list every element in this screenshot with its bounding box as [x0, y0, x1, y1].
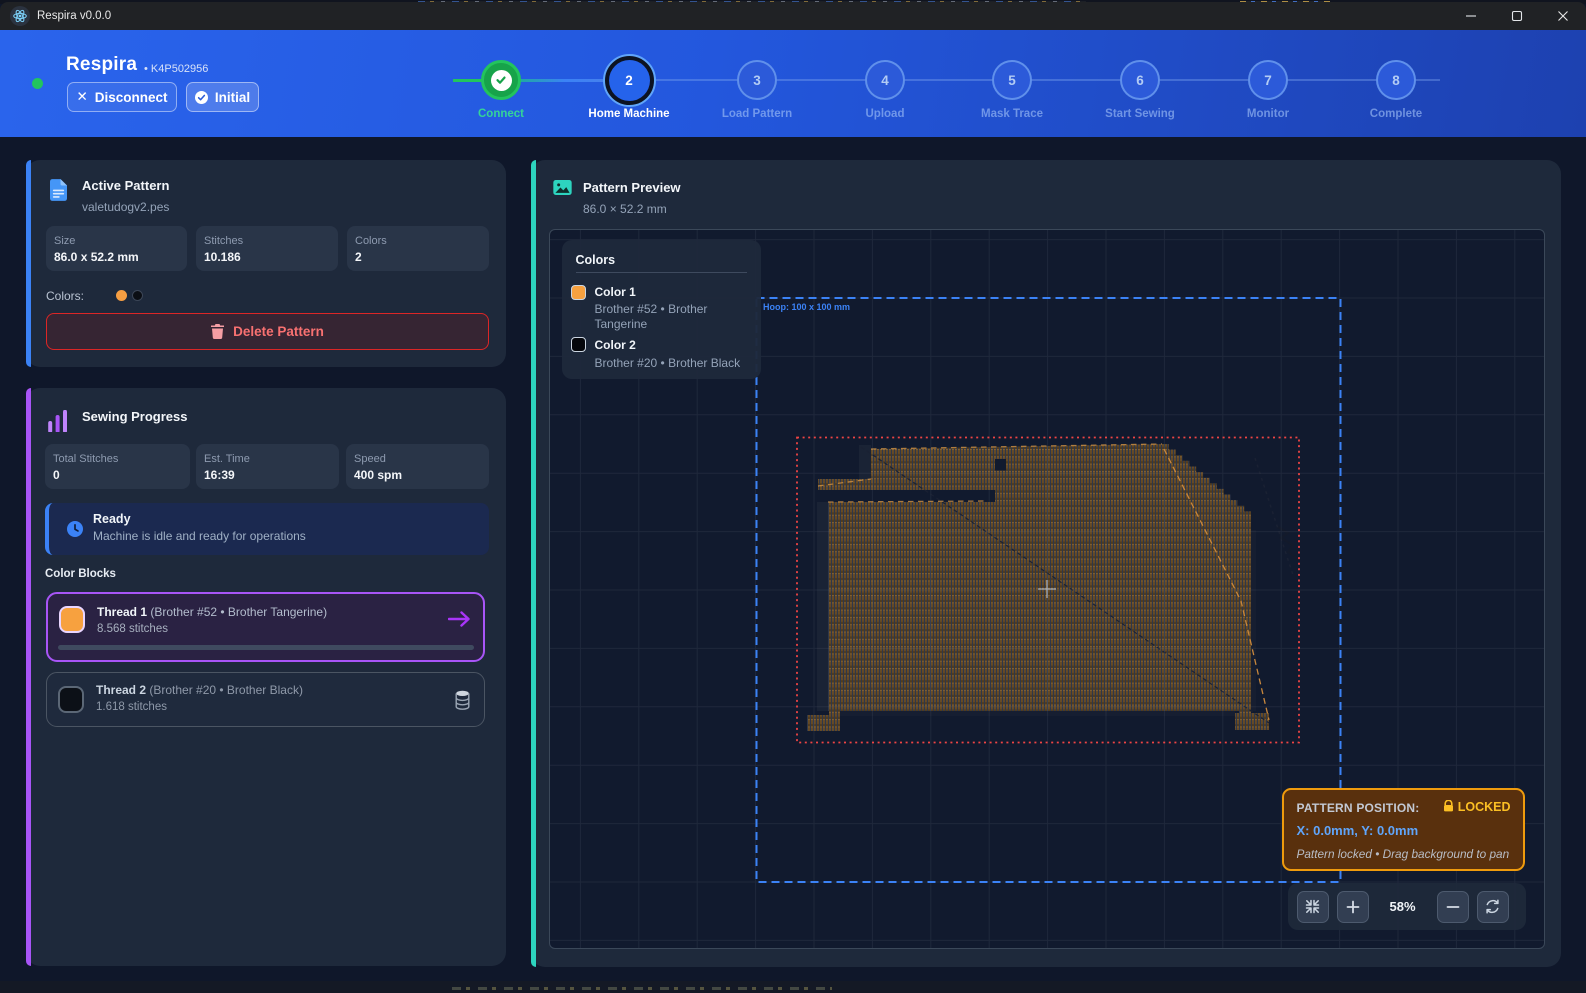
svg-text:Hoop: 100 x 100 mm: Hoop: 100 x 100 mm: [763, 302, 850, 312]
